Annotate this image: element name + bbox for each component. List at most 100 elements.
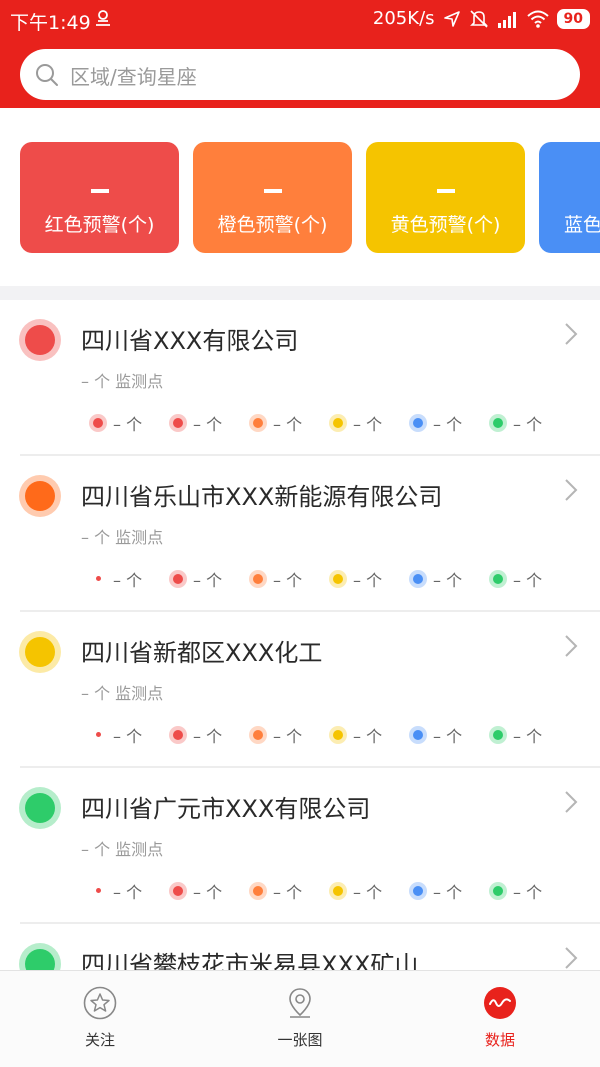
status-indicator <box>19 631 61 673</box>
warning-cards: 红色预警(个) 橙色预警(个) 黄色预警(个) 蓝色预警(个) <box>0 108 600 286</box>
level-count: – 个 <box>409 723 484 746</box>
level-count: – 个 <box>329 723 404 746</box>
search-icon <box>36 64 58 86</box>
level-count-text: – 个 <box>193 415 223 434</box>
level-dot <box>249 570 267 588</box>
tab-label: 一张图 <box>277 1031 323 1049</box>
level-dot <box>169 726 187 744</box>
level-dot <box>249 726 267 744</box>
status-dot <box>25 637 55 667</box>
net-speed: 205K/s <box>372 8 435 29</box>
chevron-right-icon[interactable] <box>564 478 578 502</box>
warning-card-yellow[interactable]: 黄色预警(个) <box>366 142 525 253</box>
level-dot <box>96 576 101 581</box>
level-dot <box>489 570 507 588</box>
warning-value <box>20 178 179 197</box>
level-count-text: – 个 <box>353 883 383 902</box>
level-count: – 个 <box>169 723 244 746</box>
level-dot <box>329 414 347 432</box>
company-name: 四川省新都区XXX化工 <box>81 639 323 667</box>
company-name: 四川省广元市XXX有限公司 <box>81 795 371 823</box>
level-dot <box>489 882 507 900</box>
level-count: – 个 <box>409 411 484 434</box>
level-count: – 个 <box>249 879 324 902</box>
search-bar[interactable]: 区域/查询星座 <box>20 49 580 100</box>
level-count: – 个 <box>489 411 564 434</box>
level-dot <box>409 414 427 432</box>
level-count-text: – 个 <box>513 571 543 590</box>
warning-card-blue[interactable]: 蓝色预警(个) <box>539 142 600 253</box>
level-count: – 个 <box>409 879 484 902</box>
tab-follow[interactable]: 关注 <box>0 971 200 1067</box>
level-count: – 个 <box>249 411 324 434</box>
level-dot-core <box>413 730 423 740</box>
warning-card-red[interactable]: 红色预警(个) <box>20 142 179 253</box>
list-item[interactable]: 四川省新都区XXX化工 – 个 监测点 – 个 – 个 – 个 – 个 – 个 – 个 <box>0 612 600 768</box>
tab-label: 数据 <box>484 1031 515 1049</box>
level-count-text: – 个 <box>193 727 223 746</box>
level-count: – 个 <box>329 411 404 434</box>
level-dot-core <box>173 418 183 428</box>
level-dot-core <box>333 730 343 740</box>
warning-value <box>539 178 600 197</box>
chevron-right-icon[interactable] <box>564 946 578 970</box>
warning-label: 红色预警(个) <box>44 214 155 236</box>
chevron-right-icon[interactable] <box>564 790 578 814</box>
level-dot-core <box>173 886 183 896</box>
warning-value <box>193 178 352 197</box>
level-count-text: – 个 <box>113 883 143 902</box>
warning-card-orange[interactable]: 橙色预警(个) <box>193 142 352 253</box>
section-divider <box>0 286 600 300</box>
tab-map[interactable]: 一张图 <box>200 971 400 1067</box>
level-dot <box>249 882 267 900</box>
level-count-text: – 个 <box>513 727 543 746</box>
level-count: – 个 <box>89 879 164 902</box>
list-item[interactable]: 四川省XXX有限公司 – 个 监测点 – 个 – 个 – 个 – 个 – 个 – 个 <box>0 300 600 456</box>
level-count-text: – 个 <box>113 571 143 590</box>
level-count-text: – 个 <box>433 727 463 746</box>
list-item[interactable]: 四川省攀枝花市米易县XXX矿山– 个 监测点– 个– 个– 个– 个– 个– 个 <box>0 924 600 970</box>
level-dot <box>489 414 507 432</box>
level-dot <box>96 732 101 737</box>
map-pin-icon <box>289 988 311 1018</box>
level-count-text: – 个 <box>273 571 303 590</box>
chevron-right-icon[interactable] <box>564 634 578 658</box>
star-icon <box>83 986 117 1020</box>
level-dot-core <box>333 574 343 584</box>
level-dot-core <box>493 418 503 428</box>
dash-mark <box>90 189 109 193</box>
level-count-text: – 个 <box>113 415 143 434</box>
warning-label: 黄色预警(个) <box>390 214 501 236</box>
level-count-text: – 个 <box>513 415 543 434</box>
list-item[interactable]: 四川省乐山市XXX新能源有限公司 – 个 监测点 – 个 – 个 – 个 – 个 – 个 – … <box>0 456 600 612</box>
wave-icon <box>484 987 516 1019</box>
wifi-icon <box>526 10 549 28</box>
company-name: 四川省乐山市XXX新能源有限公司 <box>81 483 443 511</box>
level-dot-core <box>413 886 423 896</box>
level-dot-core <box>333 418 343 428</box>
level-dot <box>169 414 187 432</box>
level-dot-core <box>333 886 343 896</box>
level-count-text: – 个 <box>353 571 383 590</box>
level-count-text: – 个 <box>193 571 223 590</box>
level-dot <box>89 414 107 432</box>
chevron-right-icon[interactable] <box>564 322 578 346</box>
level-dot-core <box>173 730 183 740</box>
level-dot <box>249 414 267 432</box>
warning-label: 蓝色预警(个) <box>564 214 600 236</box>
status-indicator <box>19 943 61 970</box>
level-dot-core <box>493 886 503 896</box>
mute-icon <box>469 9 488 28</box>
status-indicator <box>19 787 61 829</box>
list-item[interactable]: 四川省广元市XXX有限公司 – 个 监测点 – 个 – 个 – 个 – 个 – 个 – 个 <box>0 768 600 924</box>
tab-data[interactable]: 数据 <box>400 971 600 1067</box>
level-dot-core <box>93 418 103 428</box>
level-count: – 个 <box>249 723 324 746</box>
location-arrow-icon <box>443 10 460 27</box>
app-header: 下午1:49 205K/s 90 区域/查询星座 <box>0 0 600 108</box>
warning-label: 橙色预警(个) <box>217 214 328 236</box>
level-dot <box>409 570 427 588</box>
level-dot-core <box>413 574 423 584</box>
status-dot <box>25 481 55 511</box>
monitor-points: – 个 监测点 <box>81 840 164 859</box>
